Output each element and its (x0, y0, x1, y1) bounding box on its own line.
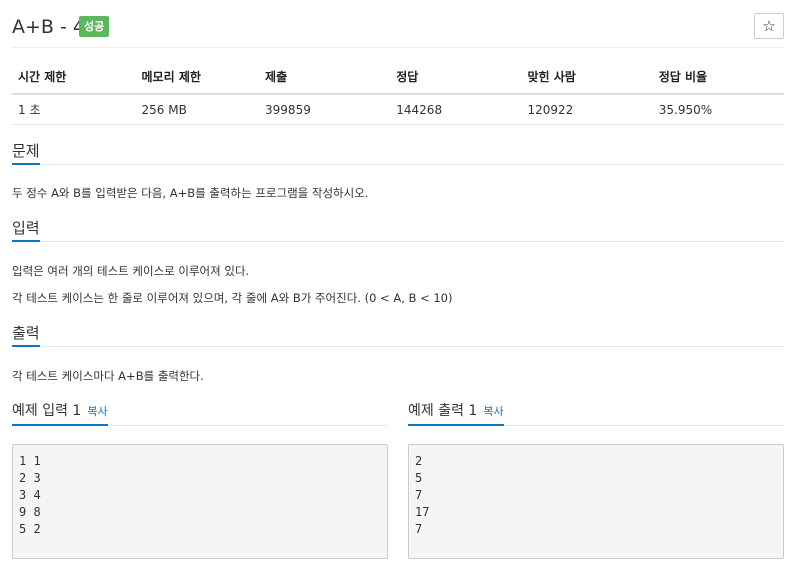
header-accept-ratio: 정답 비율 (652, 62, 784, 95)
table-row: 1 초 256 MB 399859 144268 120922 35.950% (12, 94, 784, 125)
input-section-title: 입력 (12, 218, 40, 242)
sample-output-header: 예제 출력 1 복사 (408, 400, 784, 426)
output-section-header: 출력 (12, 323, 784, 347)
header-submissions: 제출 (259, 62, 391, 95)
sample-input-title-wrap: 예제 입력 1 복사 (12, 400, 108, 426)
header-solved-users: 맞힌 사람 (521, 62, 653, 95)
header-time-limit: 시간 제한 (12, 62, 136, 95)
memory-limit-value: 256 MB (135, 94, 260, 125)
sample-input-header: 예제 입력 1 복사 (12, 400, 388, 426)
problem-info-table: 시간 제한 메모리 제한 제출 정답 맞힌 사람 정답 비율 1 초 256 M… (12, 62, 784, 125)
header-memory-limit: 메모리 제한 (135, 62, 260, 95)
problem-header: A+B - 4 성공 ☆ (12, 13, 784, 48)
sample-input-box: 1 1 2 3 3 4 9 8 5 2 (12, 444, 388, 559)
star-icon: ☆ (762, 17, 776, 35)
input-description-line-2: 각 테스트 케이스는 한 줄로 이루어져 있으며, 각 줄에 A와 B가 주어진… (12, 291, 453, 305)
sample-output-title: 예제 출력 1 (408, 403, 478, 419)
input-section-header: 입력 (12, 218, 784, 242)
problem-description: 두 정수 A와 B를 입력받은 다음, A+B를 출력하는 프로그램을 작성하시… (12, 186, 369, 200)
sample-input-title: 예제 입력 1 (12, 403, 82, 419)
time-limit-value: 1 초 (12, 94, 136, 125)
accepted-value: 144268 (390, 94, 522, 125)
output-section-title: 출력 (12, 323, 40, 347)
solved-users-value: 120922 (521, 94, 653, 125)
star-button[interactable]: ☆ (754, 13, 784, 39)
copy-output-button[interactable]: 복사 (483, 405, 503, 418)
sample-output-title-wrap: 예제 출력 1 복사 (408, 400, 504, 426)
input-description-line-1: 입력은 여러 개의 테스트 케이스로 이루어져 있다. (12, 264, 250, 278)
table-header-row: 시간 제한 메모리 제한 제출 정답 맞힌 사람 정답 비율 (12, 62, 784, 95)
accept-ratio-value: 35.950% (652, 94, 784, 125)
sample-output-box: 2 5 7 17 7 (408, 444, 784, 559)
status-badge: 성공 (79, 16, 110, 37)
problem-section-title: 문제 (12, 141, 40, 165)
submissions-value: 399859 (259, 94, 391, 125)
problem-title: A+B - 4 (12, 16, 85, 38)
output-description: 각 테스트 케이스마다 A+B를 출력한다. (12, 369, 204, 383)
header-accepted: 정답 (390, 62, 522, 95)
problem-section-header: 문제 (12, 141, 784, 165)
copy-input-button[interactable]: 복사 (87, 405, 107, 418)
